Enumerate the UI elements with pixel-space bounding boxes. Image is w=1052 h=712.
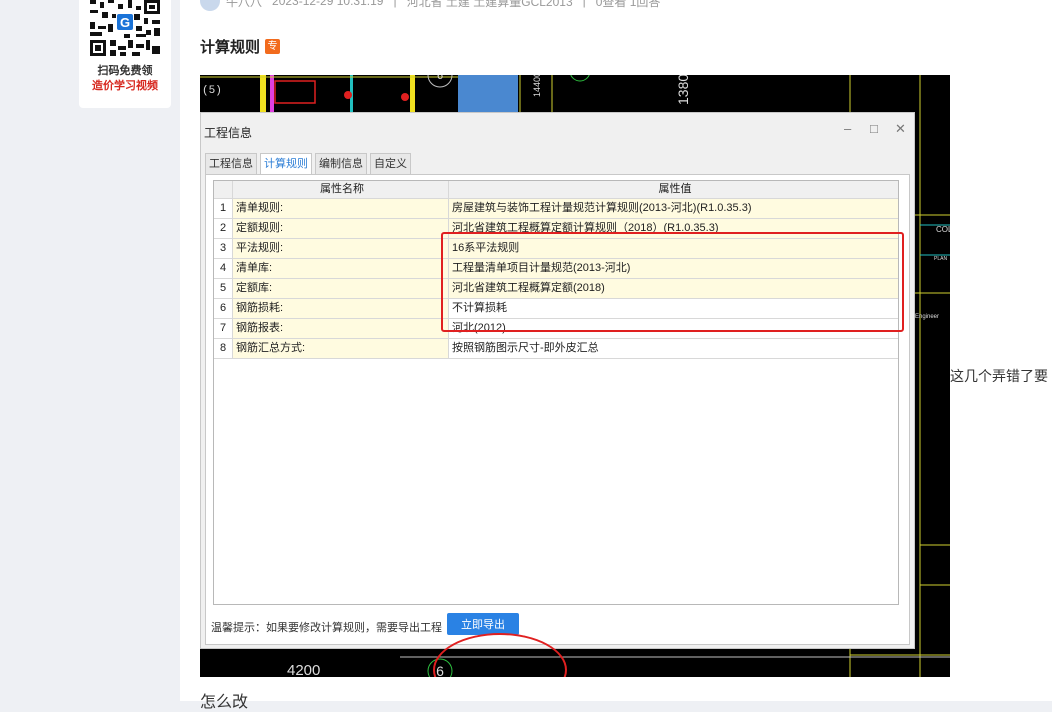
cad-label: COL bbox=[936, 225, 950, 234]
svg-text:G: G bbox=[120, 15, 130, 30]
expert-badge: 专 bbox=[265, 39, 281, 54]
table-row[interactable]: 1 清单规则: 房屋建筑与装饰工程计量规范计算规则(2013-河北)(R1.0.35… bbox=[214, 199, 898, 219]
project-info-dialog: 工程信息 – □ ✕ 工程信息 计算规则 编制信息 自定义 属性名称 属性值 1… bbox=[200, 112, 915, 677]
post-screenshot[interactable]: (5) 6 14400 1380 4200 6 COL PLAN Enginee… bbox=[200, 75, 950, 677]
post-category[interactable]: 河北省 土建 土建算量GCL2013 bbox=[407, 0, 573, 10]
column-header: 属性值 bbox=[658, 183, 692, 195]
maximize-icon[interactable]: □ bbox=[870, 121, 878, 136]
minimize-icon[interactable]: – bbox=[844, 121, 851, 136]
cad-axis-label: 6 bbox=[437, 75, 443, 82]
tab-custom[interactable]: 自定义 bbox=[370, 153, 411, 175]
cad-label: PLAN bbox=[934, 256, 947, 262]
qr-card[interactable]: G 扫码免费领 造价学习视频 bbox=[79, 0, 171, 108]
post-side-text: 这几个弄错了要 bbox=[950, 368, 1048, 384]
author-name[interactable]: 牛八八 bbox=[226, 0, 262, 10]
tab-project-info[interactable]: 工程信息 bbox=[205, 153, 257, 175]
post-content: 牛八八 2023-12-29 10:31:19 | 河北省 土建 土建算量GCL… bbox=[180, 0, 1052, 711]
post-title: 计算规则 专 bbox=[200, 36, 281, 57]
left-column: G 扫码免费领 造价学习视频 bbox=[0, 0, 180, 701]
qr-caption-1: 扫码免费领 bbox=[97, 65, 153, 77]
qr-code: G bbox=[88, 0, 162, 58]
meta-divider: | bbox=[393, 0, 397, 8]
column-header: 属性名称 bbox=[233, 181, 449, 198]
tab-compile-info[interactable]: 编制信息 bbox=[315, 153, 367, 175]
dialog-tabs: 工程信息 计算规则 编制信息 自定义 bbox=[205, 153, 414, 175]
qr-caption-2: 造价学习视频 bbox=[92, 80, 158, 92]
close-icon[interactable]: ✕ bbox=[895, 121, 906, 137]
cad-dim-label: 14400 bbox=[532, 75, 542, 97]
warm-tip: 温馨提示：如果要修改计算规则，需要导出工程 bbox=[211, 622, 442, 634]
cad-label: Engineer bbox=[915, 314, 939, 320]
post-datetime: 2023-12-29 10:31:19 bbox=[272, 0, 384, 8]
post-body-text: 怎么改 bbox=[200, 694, 249, 711]
cad-label: (5) bbox=[202, 85, 222, 97]
export-now-button[interactable]: 立即导出 bbox=[447, 613, 519, 635]
cad-dim-label: 1380 bbox=[675, 75, 691, 105]
post-stats: 0查看 1回答 bbox=[595, 0, 661, 9]
highlight-box bbox=[441, 232, 904, 332]
avatar[interactable] bbox=[200, 0, 220, 11]
dialog-title: 工程信息 bbox=[204, 126, 253, 140]
cad-dim-label: 4200 bbox=[287, 662, 320, 677]
grid-header: 属性名称 属性值 bbox=[214, 181, 898, 199]
tab-calc-rules[interactable]: 计算规则 bbox=[260, 153, 312, 175]
table-row[interactable]: 8 钢筋汇总方式: 按照钢筋图示尺寸-即外皮汇总 bbox=[214, 339, 898, 359]
meta-divider: | bbox=[582, 0, 586, 8]
post-meta: 牛八八 2023-12-29 10:31:19 | 河北省 土建 土建算量GCL… bbox=[200, 0, 670, 11]
post-title-text: 计算规则 bbox=[200, 39, 261, 56]
